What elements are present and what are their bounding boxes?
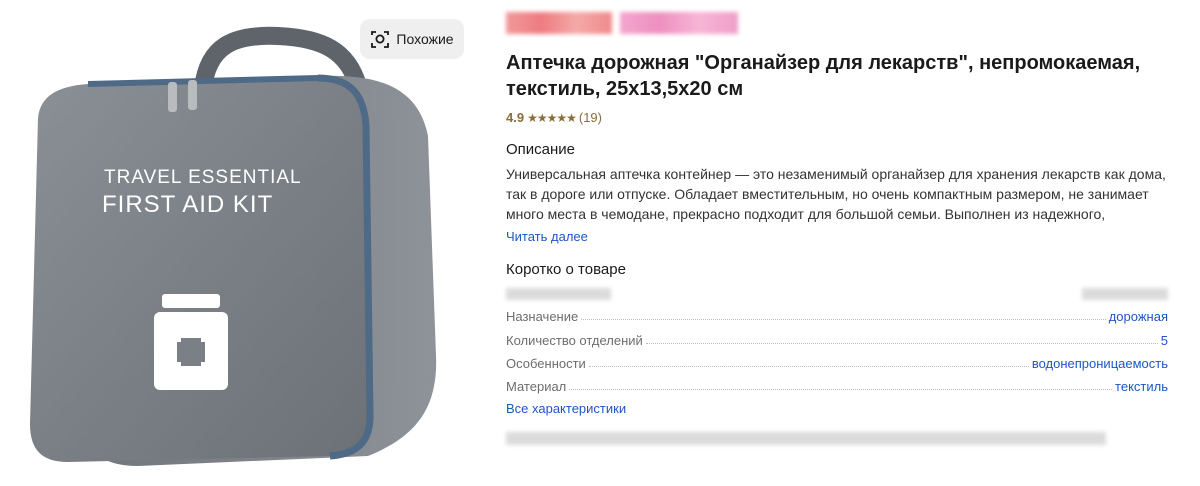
all-specs-link[interactable]: Все характеристики bbox=[506, 401, 626, 416]
spec-row: Особенности водонепроницаемость bbox=[506, 351, 1168, 371]
spec-key: Назначение bbox=[506, 309, 579, 324]
spec-key: Количество отделений bbox=[506, 333, 643, 348]
bag-print-line1: TRAVEL ESSENTIAL bbox=[104, 167, 302, 188]
seller-link-blurred[interactable] bbox=[620, 12, 738, 34]
spec-row: Материал текстиль bbox=[506, 374, 1168, 394]
spec-row: Назначение дорожная bbox=[506, 304, 1168, 324]
spec-value[interactable]: водонепроницаемость bbox=[1032, 356, 1168, 371]
spec-value[interactable]: дорожная bbox=[1109, 309, 1168, 324]
lens-search-icon bbox=[371, 31, 390, 48]
spec-dots bbox=[581, 319, 1106, 320]
description-heading: Описание bbox=[506, 141, 576, 158]
rating-stars-icon: ★★★★★ bbox=[527, 110, 577, 125]
rating[interactable]: 4.9 ★★★★★ (19) bbox=[506, 110, 602, 125]
review-count[interactable]: (19) bbox=[579, 110, 602, 125]
spec-value[interactable]: 5 bbox=[1161, 333, 1168, 348]
bag-print-line2: FIRST AID KIT bbox=[102, 191, 273, 218]
spec-dots bbox=[588, 366, 1029, 367]
spec-dots bbox=[645, 343, 1158, 344]
brand-link-blurred[interactable] bbox=[506, 12, 612, 34]
similar-label: Похожие bbox=[396, 31, 454, 47]
read-more-link[interactable]: Читать далее bbox=[506, 229, 588, 244]
blurred-spec-value bbox=[1082, 288, 1168, 300]
product-info: Аптечка дорожная "Органайзер для лекарст… bbox=[506, 0, 1170, 486]
brief-heading: Коротко о товаре bbox=[506, 261, 626, 278]
spec-key: Особенности bbox=[506, 356, 586, 371]
product-gallery: TRAVEL ESSENTIAL FIRST AID KIT Похожие bbox=[0, 0, 480, 486]
blurred-footer-text bbox=[506, 432, 1106, 445]
spec-dots bbox=[569, 389, 1113, 390]
description-text: Универсальная аптечка контейнер — это не… bbox=[506, 166, 1166, 222]
similar-button[interactable]: Похожие bbox=[360, 19, 464, 59]
rating-score: 4.9 bbox=[506, 110, 525, 125]
product-title: Аптечка дорожная "Органайзер для лекарст… bbox=[506, 52, 1141, 100]
product-image[interactable]: TRAVEL ESSENTIAL FIRST AID KIT bbox=[18, 26, 460, 474]
spec-row: Количество отделений 5 bbox=[506, 328, 1168, 348]
spec-value[interactable]: текстиль bbox=[1115, 379, 1168, 394]
spec-key: Материал bbox=[506, 379, 567, 394]
blurred-spec-key bbox=[506, 288, 611, 300]
